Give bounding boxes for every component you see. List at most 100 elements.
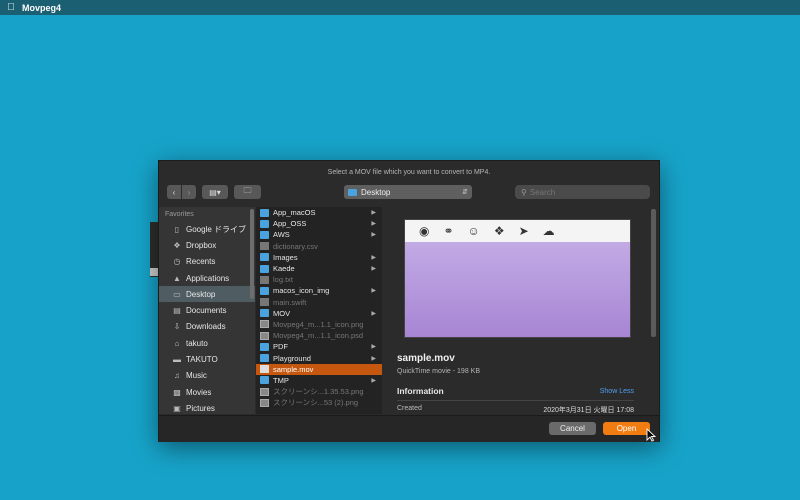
dialog-toolbar: ‹ › ▤▾ 🗀 Desktop ⇵ ⚲ [159, 185, 659, 201]
folder-icon [348, 188, 357, 196]
image-file-icon [260, 320, 269, 329]
list-item[interactable]: App_macOS ▶ [256, 207, 382, 218]
sidebar-item-desktop[interactable]: ▭ Desktop [159, 286, 255, 303]
file-list-column: App_macOS ▶ App_OSS ▶ AWS ▶ dictionary.csv … [256, 207, 382, 414]
sidebar-scrollbar[interactable] [250, 209, 254, 299]
search-input[interactable] [529, 187, 640, 197]
preview-file-kind: QuickTime movie - 198 KB [397, 368, 480, 375]
list-item[interactable]: Images ▶ [256, 252, 382, 263]
home-icon: ⌂ [174, 338, 180, 348]
download-icon: ⇩ [173, 322, 181, 332]
list-item-selected[interactable]: sample.mov [256, 363, 382, 375]
list-item: dictionary.csv [256, 241, 382, 252]
sidebar-item-applications[interactable]: ▲ Applications [159, 270, 255, 286]
file-name: Kaede [273, 264, 295, 274]
chevron-left-icon: ‹ [172, 187, 176, 197]
file-name: スクリーンシ...53 (2).png [273, 398, 359, 408]
file-name: macos_icon_img [273, 286, 330, 296]
sidebar-item-google-drive[interactable]: ▯ Google ドライブ [159, 221, 255, 237]
file-name: App_macOS [273, 208, 316, 218]
updown-chevron-icon: ⇵ [462, 189, 468, 196]
apple-icon[interactable]:  [0, 2, 22, 13]
clock-icon: ◷ [173, 257, 181, 267]
dropbox-icon: ❖ [493, 224, 505, 238]
sidebar-item-takuto[interactable]: ⌂ takuto [159, 335, 255, 351]
folder-icon [260, 376, 269, 385]
sidebar-item-recents[interactable]: ◷ Recents [159, 254, 255, 270]
sidebar-item-music[interactable]: ♫ Music [159, 368, 255, 384]
list-item[interactable]: macos_icon_img ▶ [256, 285, 382, 296]
list-item[interactable]: MOV ▶ [256, 308, 382, 319]
creative-cloud-icon: ⚭ [443, 224, 454, 238]
list-item[interactable]: App_OSS ▶ [256, 218, 382, 229]
list-item: Movpeg4_m...1.1_icon.png [256, 319, 382, 330]
documents-icon: ▤ [173, 306, 181, 316]
file-name: スクリーンシ...1.35.53.png [273, 387, 364, 397]
search-field[interactable]: ⚲ [515, 185, 650, 199]
path-label: Desktop [361, 187, 391, 197]
cat-icon: ☺ [467, 224, 480, 238]
list-item: main.swift [256, 297, 382, 308]
file-name: main.swift [273, 297, 307, 307]
sidebar-item-downloads[interactable]: ⇩ Downloads [159, 319, 255, 335]
list-item: log.txt [256, 274, 382, 285]
chevron-right-icon: ▶ [371, 288, 376, 295]
sidebar: Favorites ▯ Google ドライブ ❖ Dropbox ◷ Rece… [159, 207, 255, 414]
show-less-link[interactable]: Show Less [600, 388, 634, 395]
sidebar-item-label: Applications [186, 273, 230, 283]
view-mode-button[interactable]: ▤▾ [202, 185, 228, 199]
sidebar-item-movies[interactable]: ▩ Movies [159, 384, 255, 400]
thumbnail-menubar: ◉ ⚭ ☺ ❖ ➤ ☁ [405, 220, 630, 242]
menu-bar:  Movpeg4 [0, 0, 800, 15]
list-item[interactable]: PDF ▶ [256, 341, 382, 352]
chevron-right-icon: ▶ [371, 254, 376, 261]
movies-icon: ▩ [173, 387, 181, 397]
path-popup[interactable]: Desktop ⇵ [344, 185, 472, 199]
columns-view-icon: ▤▾ [209, 187, 221, 197]
preview-scrollbar[interactable] [651, 209, 656, 337]
cancel-button[interactable]: Cancel [549, 422, 596, 435]
dialog-message: Select a MOV file which you want to conv… [327, 169, 491, 176]
chevron-right-icon: ▶ [371, 266, 376, 273]
sidebar-item-documents[interactable]: ▤ Documents [159, 302, 255, 318]
sidebar-item-label: Downloads [186, 322, 226, 332]
google-drive-icon: ▯ [174, 224, 180, 234]
chevron-right-icon: ▶ [371, 221, 376, 228]
file-name: log.txt [273, 275, 294, 285]
folder-icon [260, 286, 269, 295]
chevron-right-icon: ▶ [371, 355, 376, 362]
document-icon [260, 275, 269, 284]
music-icon: ♫ [174, 371, 180, 381]
new-folder-button[interactable]: 🗀 [234, 185, 261, 199]
file-name: AWS [273, 230, 290, 240]
sidebar-item-label: Dropbox [186, 240, 217, 250]
folder-icon [260, 219, 269, 228]
sidebar-item-label: Google ドライブ [186, 224, 247, 234]
sidebar-item-label: Pictures [186, 403, 215, 413]
list-item[interactable]: Kaede ▶ [256, 263, 382, 274]
sidebar-item-label: Recents [186, 257, 216, 267]
document-icon [260, 298, 269, 307]
folder-icon [260, 253, 269, 262]
record-icon: ◉ [419, 224, 430, 238]
list-item[interactable]: Playground ▶ [256, 352, 382, 363]
created-label: Created [397, 405, 422, 412]
sidebar-item-dropbox[interactable]: ❖ Dropbox [159, 237, 255, 253]
sidebar-item-takuto-disk[interactable]: ▬ TAKUTO [159, 351, 255, 367]
cloud-upload-icon: ☁ [542, 224, 555, 238]
file-name: MOV [273, 308, 291, 318]
list-item[interactable]: AWS ▶ [256, 229, 382, 240]
information-header: Information [397, 386, 444, 396]
back-button[interactable]: ‹ [167, 185, 181, 199]
app-menu-name[interactable]: Movpeg4 [22, 3, 61, 13]
list-item[interactable]: TMP ▶ [256, 375, 382, 386]
file-name: Movpeg4_m...1.1_icon.psd [273, 331, 364, 341]
chevron-right-icon: ▶ [371, 377, 376, 384]
sidebar-item-pictures[interactable]: ▣ Pictures [159, 400, 255, 414]
forward-button[interactable]: › [182, 185, 196, 199]
dialog-button-bar: Cancel Open [159, 415, 659, 442]
divider [397, 400, 634, 401]
file-name: App_OSS [273, 219, 307, 229]
list-item: スクリーンシ...53 (2).png [256, 397, 382, 408]
open-button[interactable]: Open [603, 422, 650, 435]
